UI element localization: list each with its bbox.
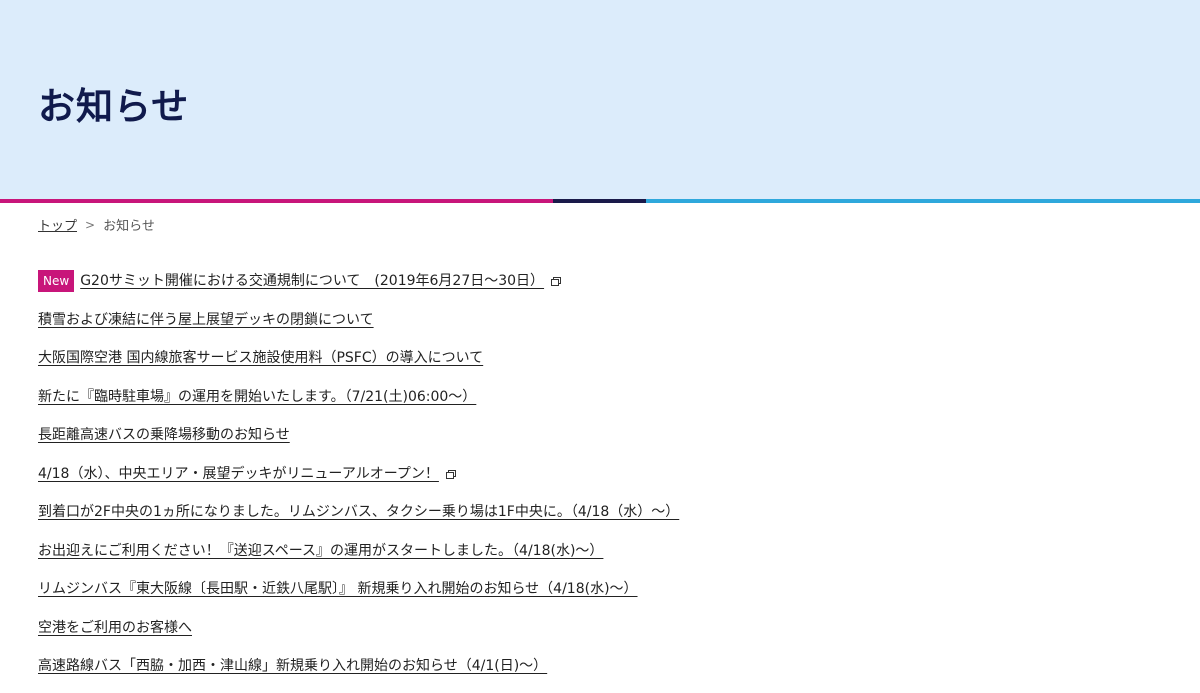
- header-stripe-blue: [646, 199, 1200, 203]
- header-stripe-pink: [0, 199, 553, 203]
- external-window-icon: [445, 469, 456, 479]
- news-item: 4/18（水）、中央エリア・展望デッキがリニューアルオープン！: [38, 462, 679, 501]
- news-item: 空港をご利用のお客様へ: [38, 616, 679, 655]
- news-item-link[interactable]: G20サミット開催における交通規制について (2019年6月27日～30日）: [80, 269, 544, 293]
- breadcrumb: トップ > お知らせ: [38, 215, 155, 235]
- breadcrumb-home-link[interactable]: トップ: [38, 215, 77, 234]
- news-item: New G20サミット開催における交通規制について (2019年6月27日～30日…: [38, 269, 679, 308]
- news-item-link[interactable]: お出迎えにご利用ください！『送迎スペース』の運用がスタートしました。（4/18(…: [38, 539, 603, 563]
- page-title: お知らせ: [38, 85, 190, 128]
- page-header: お知らせ: [0, 0, 1200, 199]
- new-badge: New: [38, 270, 75, 292]
- news-item-link[interactable]: 4/18（水）、中央エリア・展望デッキがリニューアルオープン！: [38, 462, 439, 486]
- news-item-link[interactable]: 長距離高速バスの乗降場移動のお知らせ: [38, 423, 290, 447]
- news-item-link[interactable]: 到着口が2F中央の1ヵ所になりました。リムジンバス、タクシー乗り場は1F中央に。…: [38, 500, 679, 524]
- breadcrumb-current: お知らせ: [103, 219, 155, 234]
- news-item: 積雪および凍結に伴う屋上展望デッキの閉鎖について: [38, 308, 679, 347]
- news-item: リムジンバス『東大阪線〔長田駅・近鉄八尾駅〕』 新規乗り入れ開始のお知らせ（4/…: [38, 577, 679, 616]
- breadcrumb-separator: >: [85, 217, 96, 232]
- news-item: 長距離高速バスの乗降場移動のお知らせ: [38, 423, 679, 462]
- news-item: 到着口が2F中央の1ヵ所になりました。リムジンバス、タクシー乗り場は1F中央に。…: [38, 500, 679, 539]
- news-item: お出迎えにご利用ください！『送迎スペース』の運用がスタートしました。（4/18(…: [38, 539, 679, 578]
- news-item: 新たに『臨時駐車場』の運用を開始いたします。（7/21(土)06:00～）: [38, 385, 679, 424]
- news-item-link[interactable]: 積雪および凍結に伴う屋上展望デッキの閉鎖について: [38, 308, 374, 332]
- news-item-link[interactable]: リムジンバス『東大阪線〔長田駅・近鉄八尾駅〕』 新規乗り入れ開始のお知らせ（4/…: [38, 577, 638, 601]
- news-item: 高速路線バス「西脇・加西・津山線」新規乗り入れ開始のお知らせ（4/1(日)～）: [38, 654, 679, 693]
- news-list: New G20サミット開催における交通規制について (2019年6月27日～30日…: [38, 269, 679, 693]
- news-item-link[interactable]: 高速路線バス「西脇・加西・津山線」新規乗り入れ開始のお知らせ（4/1(日)～）: [38, 654, 547, 678]
- header-stripe-navy: [553, 199, 646, 203]
- news-item-link[interactable]: 空港をご利用のお客様へ: [38, 616, 192, 640]
- news-item-link[interactable]: 大阪国際空港 国内線旅客サービス施設使用料（PSFC）の導入について: [38, 346, 483, 370]
- external-window-icon: [551, 277, 562, 286]
- news-item: 大阪国際空港 国内線旅客サービス施設使用料（PSFC）の導入について: [38, 346, 679, 385]
- news-item-link[interactable]: 新たに『臨時駐車場』の運用を開始いたします。（7/21(土)06:00～）: [38, 385, 476, 409]
